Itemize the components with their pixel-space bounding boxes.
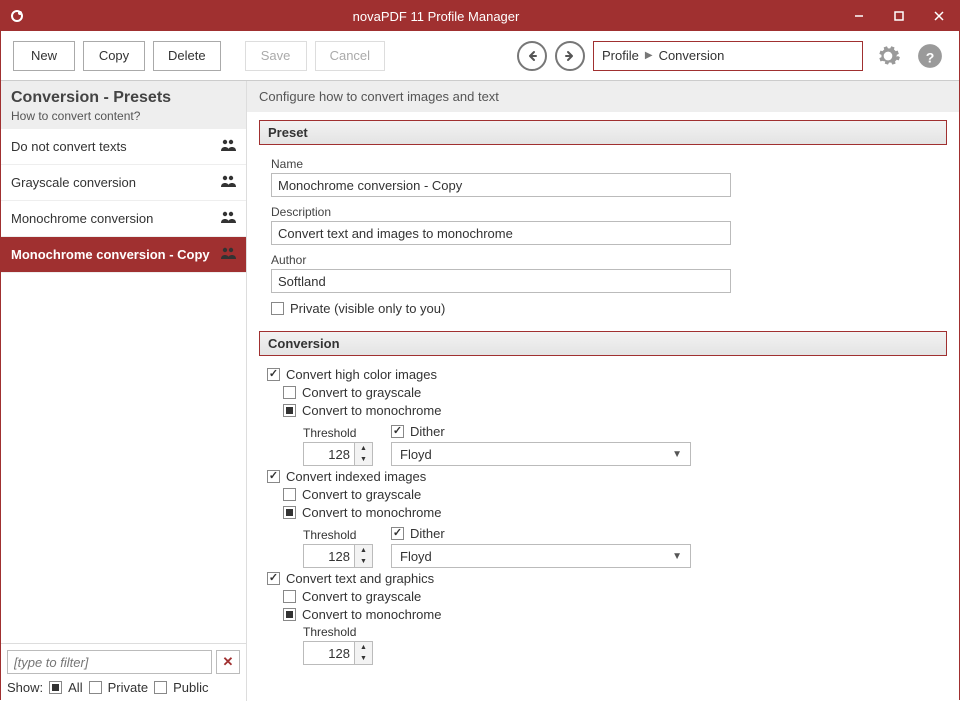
dither-checkbox[interactable] — [391, 527, 404, 540]
save-button: Save — [245, 41, 307, 71]
convert-group-title: Convert indexed images — [286, 469, 426, 484]
sidebar: Conversion - Presets How to convert cont… — [1, 81, 247, 701]
main-description: Configure how to convert images and text — [247, 81, 959, 112]
grayscale-checkbox[interactable] — [283, 488, 296, 501]
sidebar-footer: ✕ Show: All Private Public — [1, 643, 246, 701]
author-input[interactable] — [271, 269, 731, 293]
convert-group-checkbox[interactable] — [267, 470, 280, 483]
private-label: Private (visible only to you) — [290, 301, 445, 316]
nav-back-button[interactable] — [517, 41, 547, 71]
group-icon — [220, 174, 236, 191]
private-checkbox[interactable] — [271, 302, 284, 315]
spin-down-button[interactable]: ▼ — [355, 454, 372, 465]
spin-down-button[interactable]: ▼ — [355, 556, 372, 567]
preset-item[interactable]: Monochrome conversion — [1, 201, 246, 237]
preset-list: Do not convert texts Grayscale conversio… — [1, 129, 246, 643]
chevron-right-icon: ▶ — [645, 50, 653, 61]
threshold-input[interactable]: ▲▼ — [303, 442, 373, 466]
conversion-section-header: Conversion — [259, 331, 947, 356]
group-icon — [220, 210, 236, 227]
breadcrumb[interactable]: Profile ▶ Conversion — [593, 41, 863, 71]
clear-filter-button[interactable]: ✕ — [216, 650, 240, 674]
show-public-checkbox[interactable] — [154, 681, 167, 694]
preset-item-selected[interactable]: Monochrome conversion - Copy — [1, 237, 246, 273]
sidebar-header: Conversion - Presets How to convert cont… — [1, 81, 246, 129]
toolbar: New Copy Delete Save Cancel Profile ▶ Co… — [1, 31, 959, 81]
filter-input[interactable] — [7, 650, 212, 674]
threshold-label: Threshold — [303, 528, 373, 542]
threshold-label: Threshold — [303, 426, 373, 440]
spin-up-button[interactable]: ▲ — [355, 642, 372, 653]
dither-checkbox[interactable] — [391, 425, 404, 438]
show-all-checkbox[interactable] — [49, 681, 62, 694]
cancel-button: Cancel — [315, 41, 385, 71]
chevron-down-icon: ▼ — [672, 449, 682, 460]
nav-forward-button[interactable] — [555, 41, 585, 71]
dither-select[interactable]: Floyd▼ — [391, 442, 691, 466]
chevron-down-icon: ▼ — [672, 551, 682, 562]
dither-select[interactable]: Floyd▼ — [391, 544, 691, 568]
description-input[interactable] — [271, 221, 731, 245]
author-label: Author — [271, 253, 935, 267]
preset-section-header: Preset — [259, 120, 947, 145]
name-label: Name — [271, 157, 935, 171]
breadcrumb-current[interactable]: Conversion — [659, 48, 725, 63]
spin-down-button[interactable]: ▼ — [355, 653, 372, 664]
threshold-label: Threshold — [303, 625, 373, 639]
convert-group-checkbox[interactable] — [267, 368, 280, 381]
main-panel: Configure how to convert images and text… — [247, 81, 959, 701]
sidebar-subtitle: How to convert content? — [11, 109, 236, 123]
grayscale-checkbox[interactable] — [283, 590, 296, 603]
maximize-button[interactable] — [879, 1, 919, 31]
minimize-button[interactable] — [839, 1, 879, 31]
titlebar: novaPDF 11 Profile Manager — [1, 1, 959, 31]
preset-item[interactable]: Do not convert texts — [1, 129, 246, 165]
name-input[interactable] — [271, 173, 731, 197]
monochrome-checkbox[interactable] — [283, 608, 296, 621]
description-label: Description — [271, 205, 935, 219]
convert-group-title: Convert text and graphics — [286, 571, 434, 586]
grayscale-checkbox[interactable] — [283, 386, 296, 399]
delete-button[interactable]: Delete — [153, 41, 221, 71]
spin-up-button[interactable]: ▲ — [355, 545, 372, 556]
copy-button[interactable]: Copy — [83, 41, 145, 71]
window-title: novaPDF 11 Profile Manager — [33, 9, 839, 24]
group-icon — [220, 246, 236, 263]
help-button[interactable]: ? — [913, 39, 947, 73]
convert-group-checkbox[interactable] — [267, 572, 280, 585]
group-icon — [220, 138, 236, 155]
monochrome-checkbox[interactable] — [283, 506, 296, 519]
threshold-input[interactable]: ▲▼ — [303, 641, 373, 665]
threshold-input[interactable]: ▲▼ — [303, 544, 373, 568]
sidebar-title: Conversion - Presets — [11, 89, 236, 107]
close-button[interactable] — [919, 1, 959, 31]
svg-text:?: ? — [926, 49, 935, 65]
preset-item[interactable]: Grayscale conversion — [1, 165, 246, 201]
monochrome-checkbox[interactable] — [283, 404, 296, 417]
app-logo-icon — [9, 8, 25, 24]
convert-group-title: Convert high color images — [286, 367, 437, 382]
spin-up-button[interactable]: ▲ — [355, 443, 372, 454]
new-button[interactable]: New — [13, 41, 75, 71]
show-private-checkbox[interactable] — [89, 681, 102, 694]
breadcrumb-root[interactable]: Profile — [602, 48, 639, 63]
show-label: Show: — [7, 680, 43, 695]
settings-button[interactable] — [871, 39, 905, 73]
